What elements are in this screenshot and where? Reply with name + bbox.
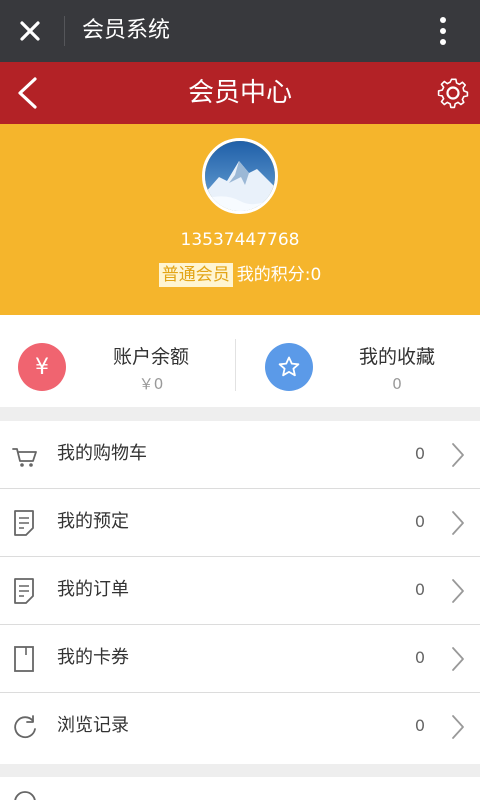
menu-item-history[interactable]: 浏览记录 0 (0, 693, 480, 761)
balance-value: ￥0 (138, 375, 164, 393)
card-icon (14, 646, 34, 672)
close-icon[interactable] (14, 15, 46, 47)
chevron-right-icon (452, 647, 464, 671)
star-icon (265, 343, 313, 391)
more-options-icon[interactable] (428, 13, 458, 49)
menu-item-reservations[interactable]: 我的预定 0 (0, 489, 480, 557)
mountain-avatar-image (205, 141, 275, 211)
menu-item-orders[interactable]: 我的订单 0 (0, 557, 480, 625)
menu-item-label: 我的卡券 (57, 647, 129, 668)
page-header: 会员中心 (0, 62, 480, 124)
phone-number: 13537447768 (180, 230, 300, 250)
gear-icon[interactable] (434, 74, 472, 112)
partial-menu-icon (14, 791, 36, 800)
menu-item-cart[interactable]: 我的购物车 0 (0, 421, 480, 489)
menu-item-count: 0 (414, 580, 426, 599)
chevron-right-icon (452, 579, 464, 603)
profile-header: 13537447768 普通会员 我的积分:0 (0, 124, 480, 315)
menu-item-label: 我的订单 (57, 579, 129, 600)
menu-item-count: 0 (414, 716, 426, 735)
balance-label: 账户余额 (112, 346, 189, 368)
cart-icon (12, 448, 37, 467)
window-title: 会员系统 (82, 18, 171, 43)
menu-item-count: 0 (414, 648, 426, 667)
page-title: 会员中心 (187, 78, 292, 108)
yen-icon: ¥ (18, 343, 66, 391)
document-icon (14, 510, 34, 536)
title-divider (64, 16, 65, 46)
chevron-right-icon (452, 511, 464, 535)
account-summary: ¥ 账户余额 ￥0 我的收藏 0 (0, 315, 480, 407)
menu-item-coupons[interactable]: 我的卡券 0 (0, 625, 480, 693)
member-info: 普通会员 我的积分:0 (0, 263, 480, 287)
menu-item-count: 0 (414, 512, 426, 531)
chevron-right-icon (452, 443, 464, 467)
chevron-right-icon (452, 715, 464, 739)
member-level-badge: 普通会员 (158, 263, 233, 287)
refresh-icon (14, 715, 36, 739)
menu-list-secondary (0, 777, 480, 800)
summary-divider (235, 339, 236, 391)
yen-glyph: ¥ (35, 354, 49, 380)
points-text: 我的积分:0 (236, 265, 322, 285)
wechat-title-bar: 会员系统 (0, 0, 480, 62)
favorites-value: 0 (392, 375, 402, 393)
menu-item-label: 我的预定 (57, 511, 129, 532)
menu-list: 我的购物车 0 我的预定 0 我的订单 0 我的卡券 0 浏览记录 0 (0, 421, 480, 764)
menu-item-count: 0 (414, 444, 426, 463)
menu-item-label: 浏览记录 (57, 715, 129, 736)
avatar[interactable] (202, 138, 278, 214)
menu-item-label: 我的购物车 (57, 443, 147, 464)
favorites-label: 我的收藏 (358, 346, 435, 368)
document-icon (14, 578, 34, 604)
